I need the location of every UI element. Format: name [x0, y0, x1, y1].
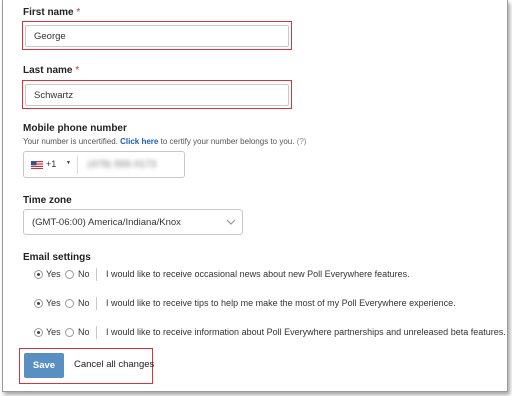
phone-certify-note: Your number is uncertified. Click here t… — [23, 137, 307, 146]
no-label[interactable]: No — [78, 298, 90, 308]
chevron-down-icon — [226, 219, 236, 225]
option-divider — [96, 297, 97, 310]
no-label[interactable]: No — [78, 327, 90, 337]
news-option-text: I would like to receive occasional news … — [106, 269, 410, 279]
help-icon[interactable]: (?) — [297, 137, 307, 146]
required-mark: * — [76, 7, 81, 18]
yes-label[interactable]: Yes — [46, 269, 61, 279]
time-zone-value: (GMT-06:00) America/Indiana/Knox — [32, 217, 181, 228]
phone-number-value[interactable]: (479) 555-0173 — [88, 159, 157, 169]
certify-link[interactable]: Click here — [120, 137, 158, 146]
last-name-label: Last name * — [23, 65, 80, 76]
phone-divider — [77, 156, 78, 174]
email-settings-label: Email settings — [23, 252, 91, 263]
required-mark: * — [75, 65, 80, 76]
option-divider — [96, 326, 97, 339]
partnerships-no-radio[interactable] — [65, 328, 74, 337]
first-name-label: First name * — [23, 7, 81, 18]
caret-down-icon[interactable]: ▼ — [66, 160, 71, 166]
tips-option-text: I would like to receive tips to help me … — [106, 298, 456, 308]
time-zone-label: Time zone — [23, 195, 72, 206]
partnerships-yes-radio[interactable] — [34, 328, 43, 337]
yes-label[interactable]: Yes — [46, 298, 61, 308]
news-no-radio[interactable] — [65, 270, 74, 279]
yes-label[interactable]: Yes — [46, 327, 61, 337]
account-settings-panel: First name * George Last name * Schwartz… — [2, 0, 508, 392]
option-divider — [96, 268, 97, 281]
partnerships-option-text: I would like to receive information abou… — [106, 327, 506, 337]
email-option-news: Yes No I would like to receive occasiona… — [27, 268, 507, 282]
phone-input[interactable]: +1 ▼ (479) 555-0173 — [23, 151, 185, 178]
no-label[interactable]: No — [78, 269, 90, 279]
time-zone-select[interactable]: (GMT-06:00) America/Indiana/Knox — [23, 209, 243, 235]
email-option-tips: Yes No I would like to receive tips to h… — [27, 297, 507, 311]
news-yes-radio[interactable] — [34, 270, 43, 279]
mobile-phone-label: Mobile phone number — [23, 123, 127, 134]
last-name-input[interactable]: Schwartz — [25, 84, 289, 106]
save-button[interactable]: Save — [24, 353, 64, 378]
first-name-input[interactable]: George — [25, 25, 289, 47]
cancel-all-changes-button[interactable]: Cancel all changes — [74, 359, 154, 370]
email-option-partnerships: Yes No I would like to receive informati… — [27, 326, 507, 340]
tips-no-radio[interactable] — [65, 299, 74, 308]
us-flag-icon[interactable] — [31, 161, 43, 169]
tips-yes-radio[interactable] — [34, 299, 43, 308]
country-code[interactable]: +1 — [46, 159, 56, 169]
